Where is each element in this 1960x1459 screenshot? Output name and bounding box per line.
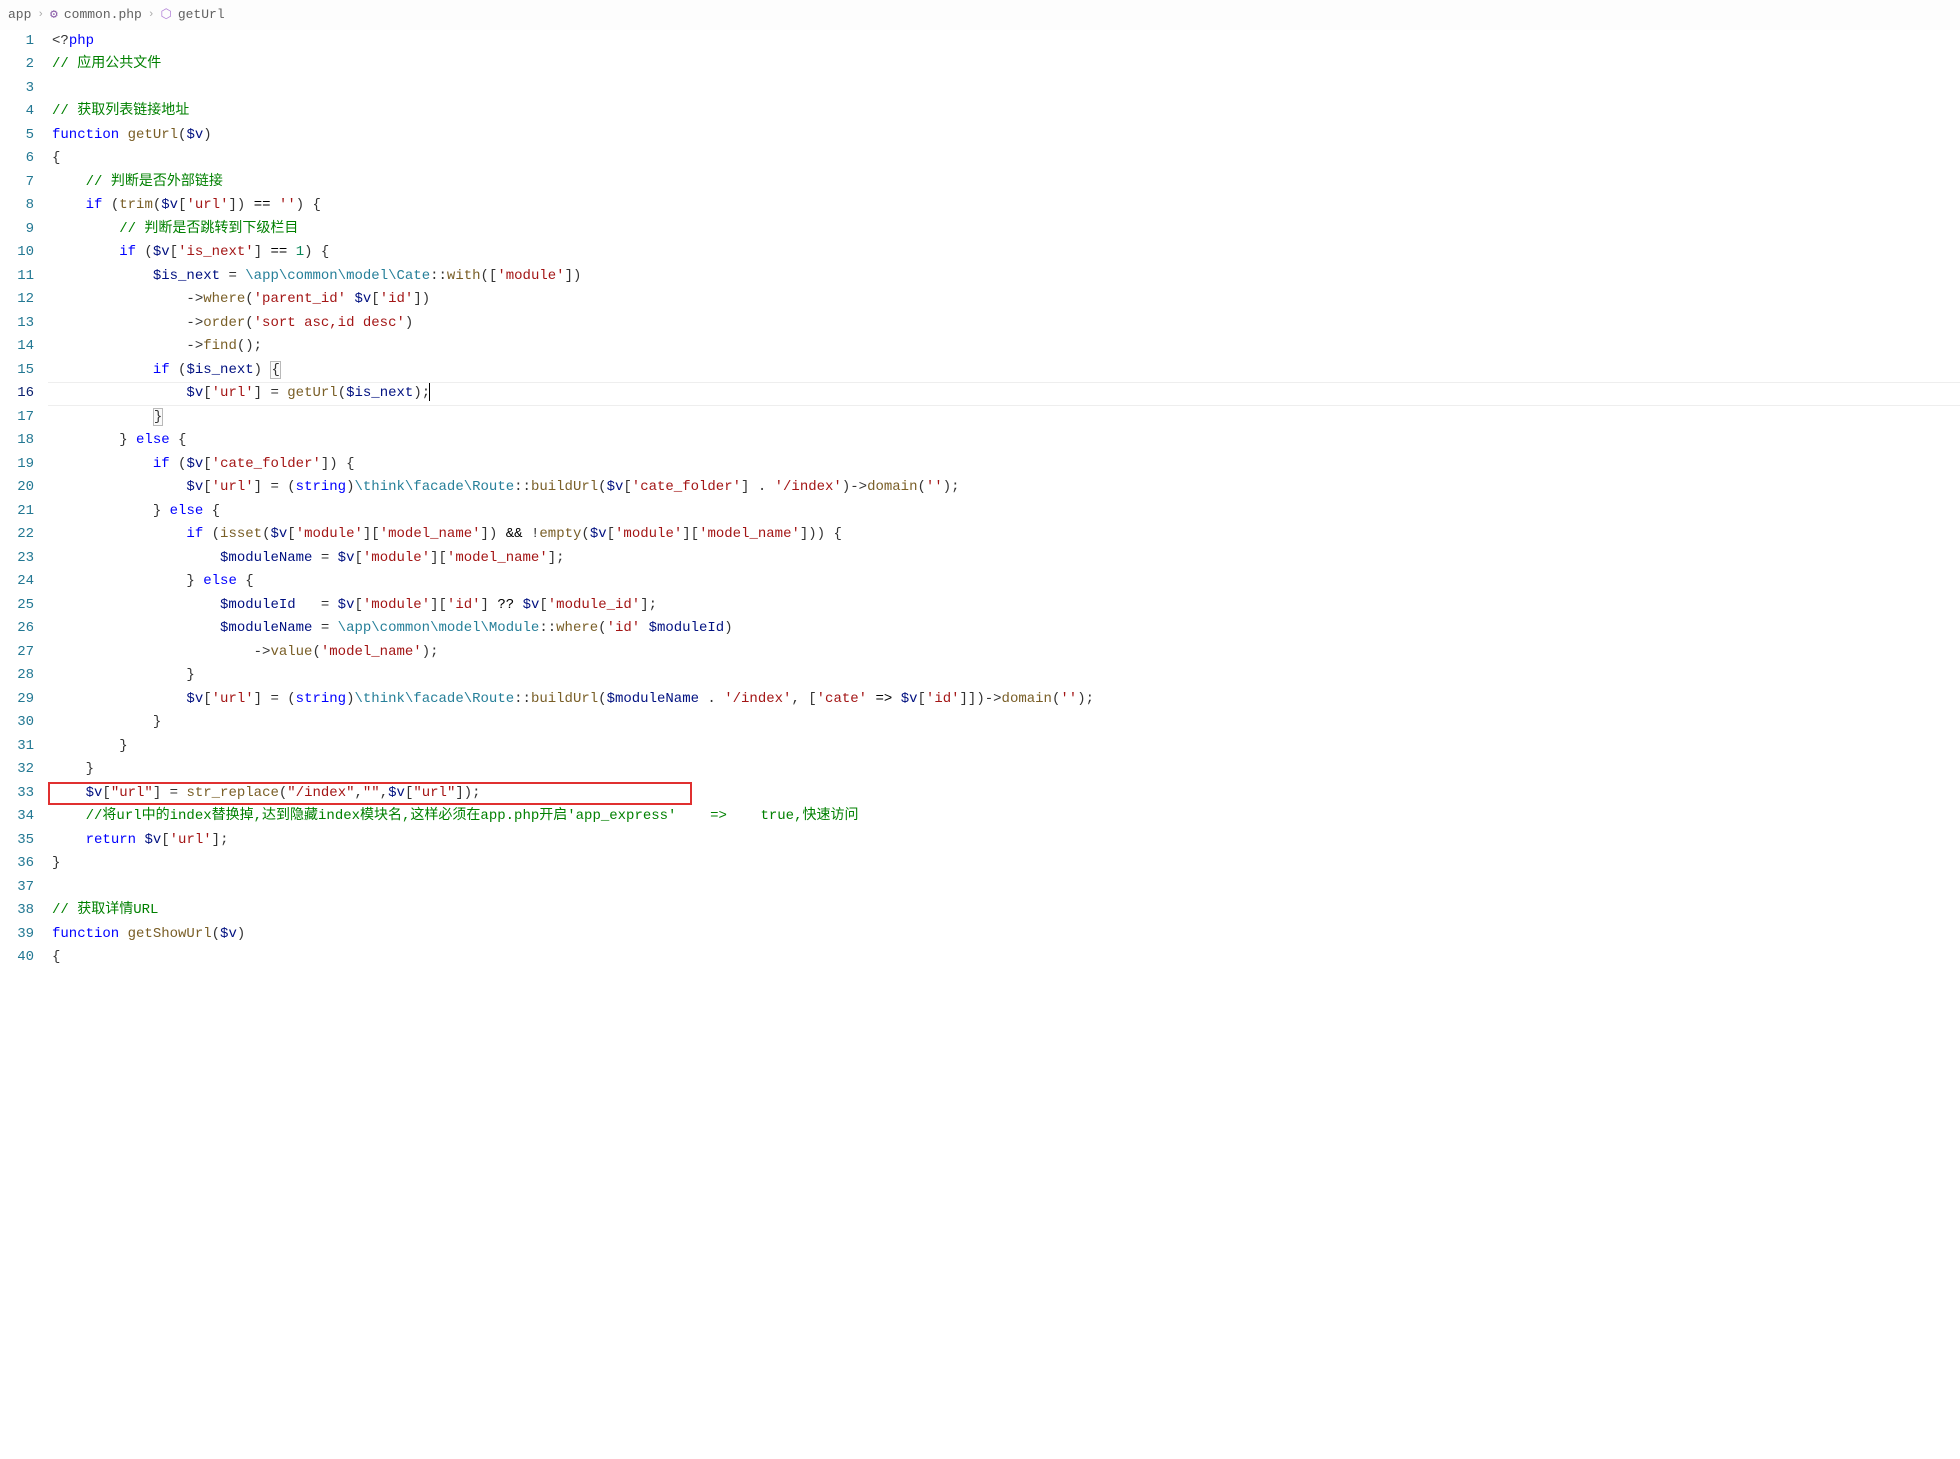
code-line[interactable]: }	[52, 735, 1960, 759]
line-number-gutter: 1234567891011121314151617181920212223242…	[0, 30, 52, 970]
line-number: 21	[0, 500, 34, 524]
line-number: 29	[0, 688, 34, 712]
line-number: 3	[0, 77, 34, 101]
line-number: 38	[0, 899, 34, 923]
line-number: 26	[0, 617, 34, 641]
code-line[interactable]: if ($v['cate_folder']) {	[52, 453, 1960, 477]
code-line[interactable]: } else {	[52, 500, 1960, 524]
code-line[interactable]: }	[52, 852, 1960, 876]
code-line[interactable]: {	[52, 946, 1960, 970]
line-number: 9	[0, 218, 34, 242]
code-line[interactable]: return $v['url'];	[52, 829, 1960, 853]
code-line[interactable]: // 判断是否外部链接	[52, 171, 1960, 195]
line-number: 23	[0, 547, 34, 571]
code-line[interactable]: if ($v['is_next'] == 1) {	[52, 241, 1960, 265]
chevron-right-icon: ›	[37, 6, 44, 24]
code-line[interactable]: $moduleName = \app\common\model\Module::…	[52, 617, 1960, 641]
line-number: 30	[0, 711, 34, 735]
code-line[interactable]: function getUrl($v)	[52, 124, 1960, 148]
line-number: 35	[0, 829, 34, 853]
line-number: 8	[0, 194, 34, 218]
line-number: 31	[0, 735, 34, 759]
code-line[interactable]: ->find();	[52, 335, 1960, 359]
code-line[interactable]: if (isset($v['module']['model_name']) &&…	[52, 523, 1960, 547]
line-number: 25	[0, 594, 34, 618]
line-number: 33	[0, 782, 34, 806]
code-line[interactable]: ->where('parent_id' $v['id'])	[52, 288, 1960, 312]
line-number: 16	[0, 382, 34, 406]
code-line[interactable]: }	[52, 711, 1960, 735]
code-line[interactable]: ->value('model_name');	[52, 641, 1960, 665]
line-number: 22	[0, 523, 34, 547]
code-line[interactable]	[52, 876, 1960, 900]
line-number: 13	[0, 312, 34, 336]
line-number: 28	[0, 664, 34, 688]
breadcrumb: app › ⚙ common.php › ⬡ getUrl	[0, 0, 1960, 30]
line-number: 1	[0, 30, 34, 54]
line-number: 37	[0, 876, 34, 900]
text-cursor	[429, 383, 430, 401]
code-line[interactable]: // 获取列表链接地址	[52, 100, 1960, 124]
code-line[interactable]: $v['url'] = getUrl($is_next);	[52, 382, 1960, 406]
chevron-right-icon: ›	[148, 6, 155, 24]
code-line[interactable]: $is_next = \app\common\model\Cate::with(…	[52, 265, 1960, 289]
line-number: 36	[0, 852, 34, 876]
code-line[interactable]: // 判断是否跳转到下级栏目	[52, 218, 1960, 242]
code-line[interactable]: if (trim($v['url']) == '') {	[52, 194, 1960, 218]
line-number: 19	[0, 453, 34, 477]
code-line[interactable]: // 应用公共文件	[52, 53, 1960, 77]
line-number: 17	[0, 406, 34, 430]
code-content[interactable]: <?php// 应用公共文件 // 获取列表链接地址function getUrl…	[52, 30, 1960, 970]
line-number: 7	[0, 171, 34, 195]
line-number: 27	[0, 641, 34, 665]
line-number: 11	[0, 265, 34, 289]
php-icon: ⚙	[50, 4, 58, 26]
code-line[interactable]: } else {	[52, 570, 1960, 594]
code-line[interactable]: $moduleId = $v['module']['id'] ?? $v['mo…	[52, 594, 1960, 618]
line-number: 18	[0, 429, 34, 453]
line-number: 2	[0, 53, 34, 77]
breadcrumb-symbol[interactable]: getUrl	[178, 4, 225, 26]
code-line[interactable]: } else {	[52, 429, 1960, 453]
line-number: 4	[0, 100, 34, 124]
line-number: 40	[0, 946, 34, 970]
code-line[interactable]: }	[52, 406, 1960, 430]
code-line[interactable]: $v["url"] = str_replace("/index","",$v["…	[52, 782, 1960, 806]
code-line[interactable]: ->order('sort asc,id desc')	[52, 312, 1960, 336]
code-line[interactable]: <?php	[52, 30, 1960, 54]
line-number: 6	[0, 147, 34, 171]
line-number: 39	[0, 923, 34, 947]
function-icon: ⬡	[160, 4, 171, 26]
line-number: 14	[0, 335, 34, 359]
code-line[interactable]: // 获取详情URL	[52, 899, 1960, 923]
line-number: 15	[0, 359, 34, 383]
code-line[interactable]: }	[52, 758, 1960, 782]
code-line[interactable]: $v['url'] = (string)\think\facade\Route:…	[52, 688, 1960, 712]
line-number: 5	[0, 124, 34, 148]
line-number: 20	[0, 476, 34, 500]
code-line[interactable]: }	[52, 664, 1960, 688]
code-line[interactable]: //将url中的index替换掉,达到隐藏index模块名,这样必须在app.p…	[52, 805, 1960, 829]
code-line[interactable]	[52, 77, 1960, 101]
code-editor[interactable]: 1234567891011121314151617181920212223242…	[0, 30, 1960, 970]
code-line[interactable]: function getShowUrl($v)	[52, 923, 1960, 947]
line-number: 24	[0, 570, 34, 594]
breadcrumb-file[interactable]: common.php	[64, 4, 142, 26]
code-line[interactable]: {	[52, 147, 1960, 171]
breadcrumb-root[interactable]: app	[8, 4, 31, 26]
line-number: 32	[0, 758, 34, 782]
code-line[interactable]: $v['url'] = (string)\think\facade\Route:…	[52, 476, 1960, 500]
line-number: 10	[0, 241, 34, 265]
line-number: 34	[0, 805, 34, 829]
code-line[interactable]: if ($is_next) {	[52, 359, 1960, 383]
code-line[interactable]: $moduleName = $v['module']['model_name']…	[52, 547, 1960, 571]
line-number: 12	[0, 288, 34, 312]
